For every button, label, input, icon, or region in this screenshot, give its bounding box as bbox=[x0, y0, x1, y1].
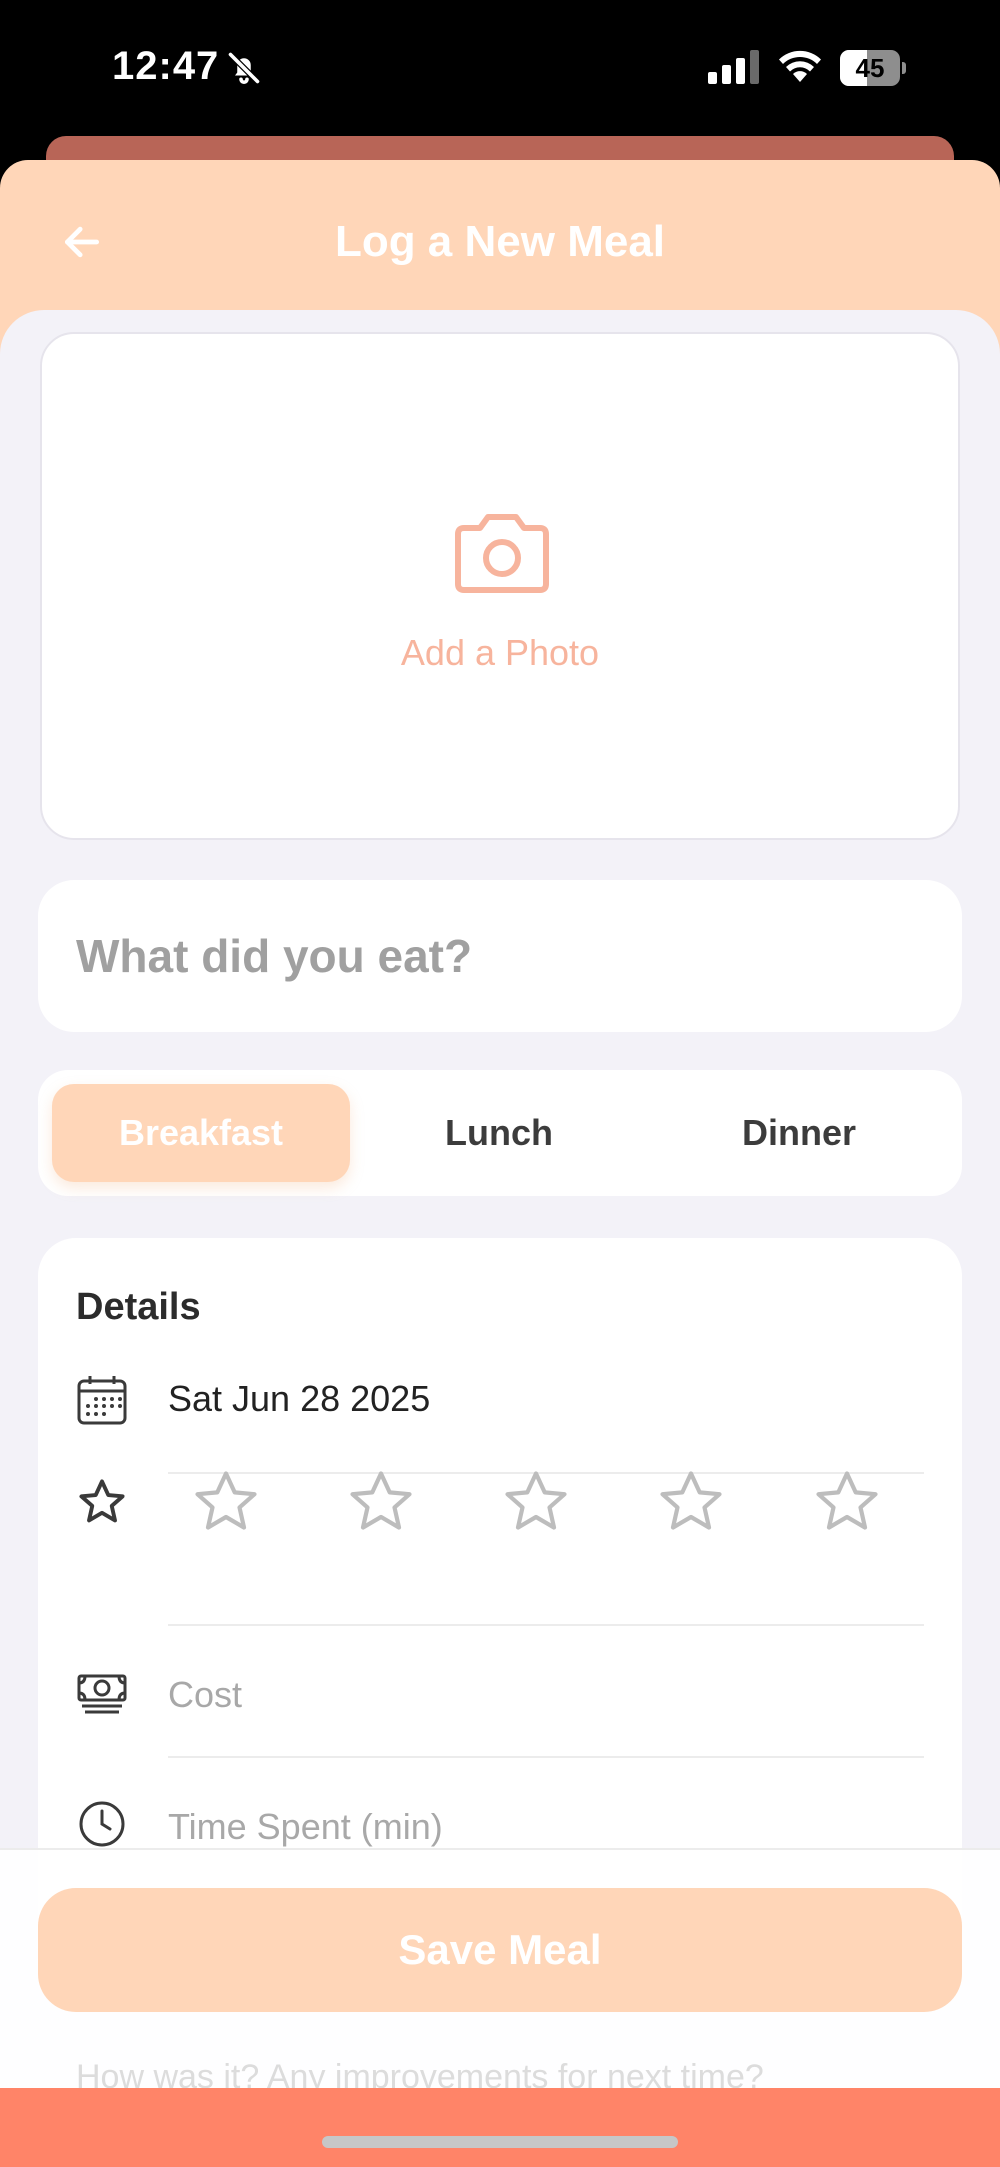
rating-star-1[interactable] bbox=[190, 1466, 262, 1538]
rating-star-5[interactable] bbox=[811, 1466, 883, 1538]
meal-type-breakfast[interactable]: Breakfast bbox=[52, 1084, 350, 1182]
meal-type-lunch[interactable]: Lunch bbox=[350, 1084, 648, 1182]
status-time: 12:47 bbox=[112, 44, 220, 88]
clock-icon bbox=[79, 1801, 125, 1847]
meal-name-input[interactable] bbox=[38, 880, 962, 1032]
cost-field[interactable]: Cost bbox=[168, 1674, 242, 1716]
bottom-bar bbox=[0, 2088, 1000, 2167]
date-field[interactable]: Sat Jun 28 2025 bbox=[168, 1378, 430, 1420]
page-title: Log a New Meal bbox=[334, 217, 666, 266]
rating-star-3[interactable] bbox=[500, 1466, 572, 1538]
save-meal-button[interactable]: Save Meal bbox=[38, 1888, 962, 2012]
battery-icon: 45 bbox=[840, 50, 906, 86]
divider bbox=[168, 1624, 924, 1626]
calendar-icon bbox=[77, 1376, 127, 1425]
meal-type-dinner[interactable]: Dinner bbox=[650, 1084, 948, 1182]
cellular-signal-icon bbox=[708, 50, 759, 84]
rating-star-2[interactable] bbox=[345, 1466, 417, 1538]
battery-level: 45 bbox=[855, 53, 885, 83]
divider bbox=[168, 1756, 924, 1758]
camera-icon bbox=[455, 514, 549, 593]
bell-slash-icon bbox=[227, 51, 261, 85]
add-photo-card[interactable]: Add a Photo bbox=[40, 332, 960, 840]
money-icon bbox=[77, 1674, 127, 1714]
rating-star-4[interactable] bbox=[655, 1466, 727, 1538]
time-spent-field[interactable]: Time Spent (min) bbox=[168, 1806, 443, 1848]
meal-type-selector: Breakfast Lunch Dinner bbox=[38, 1070, 962, 1196]
add-photo-label: Add a Photo bbox=[400, 632, 600, 673]
home-indicator[interactable] bbox=[322, 2136, 678, 2148]
wifi-icon bbox=[779, 50, 821, 82]
star-icon bbox=[79, 1479, 125, 1523]
details-title: Details bbox=[76, 1286, 201, 1328]
status-bar: 12:47 45 bbox=[0, 0, 1000, 140]
